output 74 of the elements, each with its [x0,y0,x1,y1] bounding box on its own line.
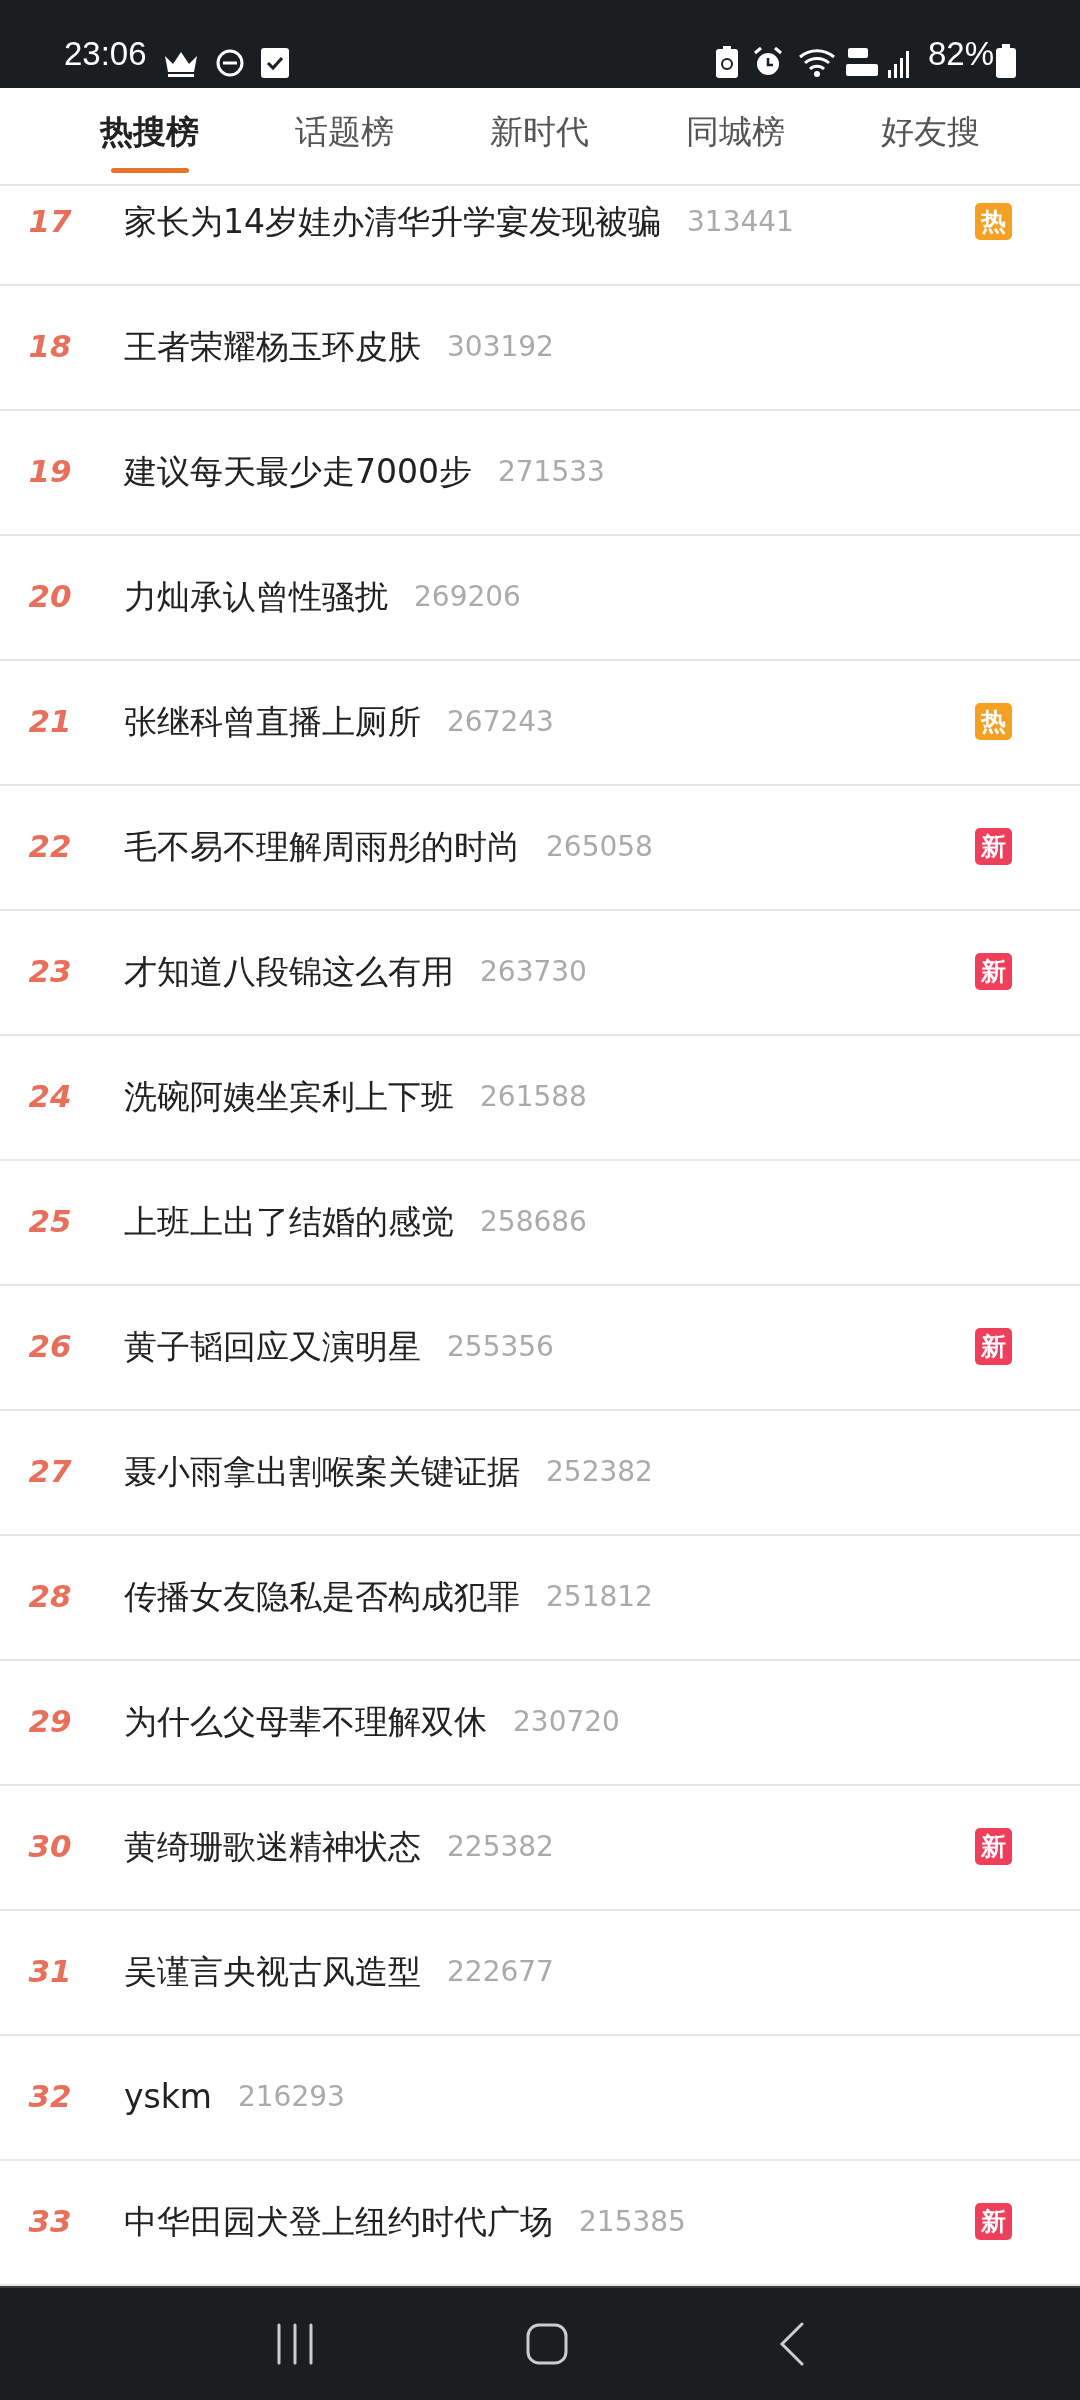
topic-title[interactable]: 王者荣耀杨玉环皮肤 [124,321,421,372]
clock-time: 23:06 [64,33,147,74]
rank-number: 24 [27,1077,73,1117]
tab[interactable]: 好友搜 [832,88,1028,184]
trend-badge: 新 [975,1828,1012,1865]
tab[interactable]: 热搜榜 [52,88,248,184]
search-count: 263730 [480,953,587,990]
topic-title[interactable]: 聂小雨拿出割喉案关键证据 [124,1446,520,1497]
rank-number: 28 [27,1577,73,1617]
search-count: 252382 [546,1453,653,1490]
search-count: 267243 [447,703,554,740]
topic-title[interactable]: 张继科曾直播上厕所 [124,696,421,747]
alarm-icon [751,46,784,78]
topic-title[interactable]: 建议每天最少走7000步 [124,446,472,497]
search-count: 216293 [238,2078,345,2115]
rank-number: 30 [27,1827,73,1867]
rank-number: 18 [27,327,73,367]
topic-title[interactable]: 力灿承认曾性骚扰 [124,571,388,622]
search-count: 222677 [447,1953,554,1990]
do-not-disturb-icon [214,48,245,78]
topic-title[interactable]: yskm [124,2071,212,2122]
topic-title[interactable]: 黄绮珊歌迷精神状态 [124,1821,421,1872]
rank-number: 32 [27,2077,73,2117]
rank-number: 27 [27,1452,73,1492]
topic-title[interactable]: 才知道八段锦这么有用 [124,946,454,997]
topic-title[interactable]: 为什么父母辈不理解双休 [124,1696,487,1747]
battery-saver-icon [715,46,738,78]
rank-number: 21 [27,702,73,742]
search-count: 269206 [414,578,521,615]
search-count: 271533 [498,453,605,490]
trend-badge: 热 [975,703,1012,740]
rank-number: 23 [27,952,73,992]
rank-number: 26 [27,1327,73,1367]
search-count: 258686 [480,1203,587,1240]
search-count: 215385 [579,2203,686,2240]
rank-number: 19 [27,452,73,492]
rank-number: 25 [27,1202,73,1242]
trend-badge: 新 [975,828,1012,865]
tab[interactable]: 同城榜 [637,88,833,184]
topic-title[interactable]: 吴谨言央视古风造型 [124,1946,421,1997]
rank-number: 31 [27,1952,73,1992]
rank-number: 20 [27,577,73,617]
tab[interactable]: 话题榜 [247,88,443,184]
search-count: 251812 [546,1578,653,1615]
topic-title[interactable]: 毛不易不理解周雨彤的时尚 [124,821,520,872]
search-count: 225382 [447,1828,554,1865]
trend-badge: 新 [975,2203,1012,2240]
battery-percent: 82% [927,33,994,74]
tab[interactable]: 新时代 [442,88,638,184]
crown-icon [162,50,199,78]
topic-title[interactable]: 中华田园犬登上纽约时代广场 [124,2196,553,2247]
search-count: 261588 [480,1078,587,1115]
topic-title[interactable]: 传播女友隐私是否构成犯罪 [124,1571,520,1622]
topic-title[interactable]: 洗碗阿姨坐宾利上下班 [124,1071,454,1122]
rank-number: 17 [27,202,73,242]
search-count: 313441 [687,203,794,240]
search-count: 265058 [546,828,653,865]
topic-title[interactable]: 上班上出了结婚的感觉 [124,1196,454,1247]
search-count: 230720 [513,1703,620,1740]
rank-number: 29 [27,1702,73,1742]
rank-number: 33 [27,2202,73,2242]
recent-apps-icon[interactable] [275,2323,316,2365]
search-count: 255356 [447,1328,554,1365]
home-icon[interactable] [526,2323,568,2365]
topic-title[interactable]: 家长为14岁娃办清华升学宴发现被骗 [124,196,661,247]
topic-title[interactable]: 黄子韬回应又演明星 [124,1321,421,1372]
battery-icon [996,44,1016,78]
rank-number: 22 [27,827,73,867]
search-count: 303192 [447,328,554,365]
back-icon[interactable] [778,2322,805,2366]
checkbox-icon [260,48,289,78]
trend-badge: 新 [975,1328,1012,1365]
trend-badge: 新 [975,953,1012,990]
trend-badge: 热 [975,203,1012,240]
